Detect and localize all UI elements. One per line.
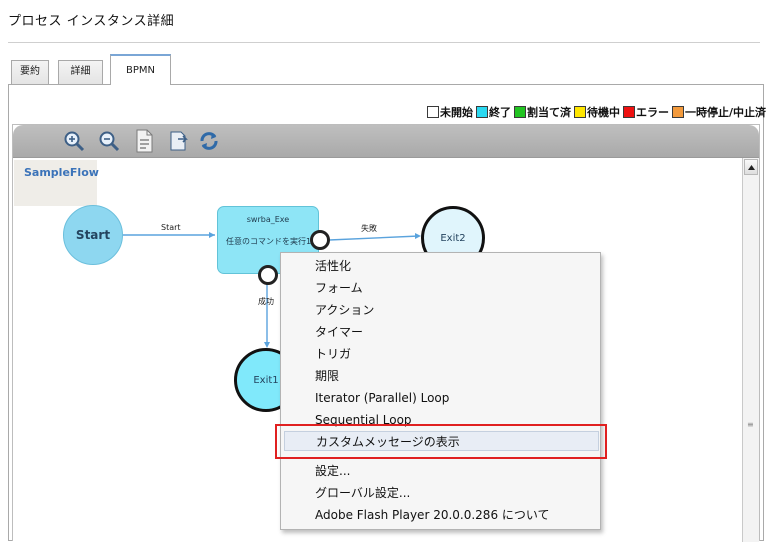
zoom-in-icon (64, 131, 85, 152)
legend-swatch-suspended (671, 106, 684, 118)
scroll-up-button[interactable] (744, 159, 758, 175)
legend-label: エラー (635, 106, 669, 119)
task-success-port[interactable] (258, 265, 278, 285)
scroll-up-arrow-icon (747, 164, 755, 170)
menu-item-iterator-loop[interactable]: Iterator (Parallel) Loop (315, 388, 449, 408)
legend-item-suspended: 一時停止/中止済 (671, 104, 766, 120)
legend-label: 終了 (488, 106, 511, 119)
legend-swatch-error (622, 106, 635, 118)
task-failure-port[interactable] (310, 230, 330, 250)
legend-swatch-not-started (426, 106, 439, 118)
legend-swatch-completed (475, 106, 488, 118)
tab-summary[interactable]: 要約 (11, 60, 49, 84)
menu-item-about-flash-player[interactable]: Adobe Flash Player 20.0.0.286 について (315, 505, 550, 525)
vertical-scrollbar[interactable]: ≡ (742, 158, 759, 542)
menu-item-deadline[interactable]: 期限 (315, 366, 339, 386)
document-button[interactable] (131, 128, 157, 154)
tab-bpmn[interactable]: BPMN (110, 54, 171, 85)
legend-item-waiting: 待機中 (573, 104, 620, 120)
export-icon (170, 131, 188, 151)
legend-item-error: エラー (622, 104, 669, 120)
refresh-icon (200, 132, 218, 150)
menu-item-timer[interactable]: タイマー (315, 322, 363, 342)
menu-item-sequential-loop[interactable]: Sequential Loop (315, 410, 412, 430)
edge-task-to-exit2 (328, 235, 420, 241)
menu-item-global-settings[interactable]: グローバル設定... (315, 483, 410, 503)
edge-success-label: 成功 (258, 297, 274, 306)
context-menu: 活性化 フォーム アクション タイマー トリガ 期限 Iterator (Par… (280, 252, 601, 530)
task-title: swrba_Exe (246, 215, 290, 224)
edge-start-label: Start (161, 223, 181, 232)
start-event-node[interactable]: Start (63, 205, 123, 265)
menu-item-show-custom-message[interactable]: カスタムメッセージの表示 (284, 431, 599, 451)
legend-swatch-waiting (573, 106, 586, 118)
exit2-label: Exit2 (440, 232, 466, 244)
legend-label: 未開始 (439, 106, 473, 119)
legend-swatch-assigned (513, 106, 526, 118)
export-button[interactable] (166, 128, 192, 154)
legend-label: 待機中 (586, 106, 620, 119)
legend-item-not-started: 未開始 (426, 104, 473, 120)
tab-details[interactable]: 詳細 (58, 60, 103, 84)
menu-item-settings[interactable]: 設定... (315, 461, 350, 481)
page-title: プロセス インスタンス詳細 (8, 14, 175, 29)
menu-item-action[interactable]: アクション (315, 300, 374, 320)
zoom-out-button[interactable] (96, 128, 122, 154)
menu-separator (311, 458, 598, 459)
exit1-label: Exit1 (253, 374, 279, 386)
arrowhead (209, 232, 215, 238)
menu-item-trigger[interactable]: トリガ (315, 344, 351, 364)
scroll-grip-icon[interactable]: ≡ (747, 420, 754, 429)
menu-item-activate[interactable]: 活性化 (315, 256, 351, 276)
task-description: 任意のコマンドを実行1 (226, 237, 312, 246)
refresh-button[interactable] (196, 128, 222, 154)
edge-fail-label: 失敗 (361, 224, 377, 233)
legend-label: 一時停止/中止済 (684, 106, 766, 119)
legend-item-assigned: 割当て済 (513, 104, 571, 120)
bpmn-toolbar (13, 125, 759, 158)
start-event-label: Start (75, 228, 111, 242)
zoom-out-icon (99, 131, 120, 152)
legend-item-completed: 終了 (475, 104, 511, 120)
title-divider (8, 42, 760, 43)
document-icon (136, 129, 153, 153)
zoom-in-button[interactable] (61, 128, 87, 154)
menu-item-form[interactable]: フォーム (315, 278, 363, 298)
legend-label: 割当て済 (526, 106, 571, 119)
status-legend: 未開始 終了 割当て済 待機中 エラー 一時停止/中止済 (424, 104, 766, 120)
